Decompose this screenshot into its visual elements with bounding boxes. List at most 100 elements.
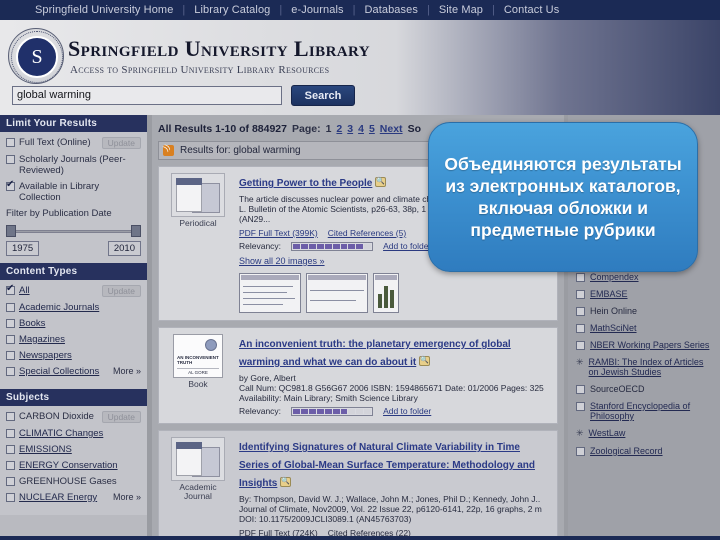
preview-icon[interactable] [419,356,431,366]
database-row-westlaw[interactable]: ✳ WestLaw [576,428,712,439]
content-type-row-special-collections[interactable]: Special Collections More » [6,366,141,377]
subject-row-carbon-dioxide[interactable]: CARBON Dioxide Update [6,411,141,423]
database-row-stanford-encyclopedia[interactable]: Stanford Encyclopedia of Philosophy [576,401,712,421]
subject-label[interactable]: ENERGY Conservation [19,460,118,471]
nav-item-ejournals[interactable]: e-Journals [282,4,352,16]
content-type-row-newspapers[interactable]: Newspapers [6,350,141,361]
update-button[interactable]: Update [101,137,141,149]
checkbox-sourceoecd[interactable] [576,385,585,394]
subject-row-emissions[interactable]: EMISSIONS [6,444,141,455]
database-label[interactable]: Stanford Encyclopedia of Philosophy [590,401,712,421]
subject-label[interactable]: CLIMATIC Changes [19,428,103,439]
filter-row-available-in-library[interactable]: Available in Library Collection [6,179,141,203]
checkbox-emissions[interactable] [6,445,15,454]
checkbox-newspapers[interactable] [6,351,15,360]
result-item[interactable]: Academic Journal Identifying Signatures … [158,430,558,540]
content-type-row-academic-journals[interactable]: Academic Journals [6,302,141,313]
result-title-link[interactable]: An inconvenient truth: the planetary eme… [239,339,511,368]
content-type-label[interactable]: All [19,285,30,296]
content-type-label[interactable]: Magazines [19,334,65,345]
content-type-row-all[interactable]: All Update [6,283,141,297]
checkbox-academic-journals[interactable] [6,303,15,312]
nav-item-library-catalog[interactable]: Library Catalog [185,4,279,16]
content-type-row-magazines[interactable]: Magazines [6,334,141,345]
preview-icon[interactable] [280,477,292,487]
add-to-folder-link[interactable]: Add to folder [383,406,431,416]
subject-row-greenhouse-gases[interactable]: GREENHOUSE Gases [6,476,141,487]
checkbox-hein-online[interactable] [576,307,585,316]
subject-row-climatic-changes[interactable]: CLIMATIC Changes [6,428,141,439]
slider-handle-max[interactable] [131,225,141,237]
page-link-3[interactable]: 3 [347,123,353,135]
database-row-rambi[interactable]: ✳ RAMBI: The Index of Articles on Jewish… [576,357,712,377]
subject-row-energy-conservation[interactable]: ENERGY Conservation [6,460,141,471]
checkbox-nuclear-energy[interactable] [6,493,15,502]
database-label[interactable]: MathSciNet [590,323,637,333]
checkbox-energy-conservation[interactable] [6,461,15,470]
checkbox-stanford-encyclopedia[interactable] [576,402,585,411]
update-button[interactable]: Update [101,285,141,297]
checkbox-magazines[interactable] [6,335,15,344]
year-from-input[interactable]: 1975 [6,241,40,256]
checkbox-compendex[interactable] [576,273,585,282]
checkbox-scholarly-journals[interactable] [6,155,15,164]
slider-handle-min[interactable] [6,225,16,237]
filter-row-scholarly-journals[interactable]: Scholarly Journals (Peer-Reviewed) [6,154,141,176]
cited-references-link[interactable]: Cited References (5) [328,228,406,238]
database-label[interactable]: Compendex [590,272,639,282]
show-all-images-link[interactable]: Show all 20 images » [239,256,325,266]
pdf-full-text-link[interactable]: PDF Full Text (399K) [239,228,318,238]
subjects-more-link[interactable]: More » [113,492,141,502]
nav-item-databases[interactable]: Databases [355,4,427,16]
database-row-embase[interactable]: EMBASE [576,289,712,299]
nav-item-site-map[interactable]: Site Map [430,4,492,16]
subject-row-nuclear-energy[interactable]: NUCLEAR Energy More » [6,492,141,503]
chart-thumbnail[interactable] [373,273,399,313]
filter-row-full-text[interactable]: Full Text (Online) Update [6,137,141,149]
checkbox-nber-working-papers[interactable] [576,341,585,350]
database-label[interactable]: WestLaw [589,428,626,438]
update-button[interactable]: Update [101,411,141,423]
checkbox-embase[interactable] [576,290,585,299]
checkbox-all[interactable] [6,283,15,295]
database-row-compendex[interactable]: Compendex [576,272,712,282]
checkbox-books[interactable] [6,319,15,328]
checkbox-greenhouse-gases[interactable] [6,477,15,486]
checkbox-available-in-library[interactable] [6,179,15,191]
database-label[interactable]: NBER Working Papers Series [590,340,709,350]
add-to-folder-link[interactable]: Add to folder [383,241,431,251]
database-label[interactable]: EMBASE [590,289,628,299]
nav-item-home[interactable]: Springfield University Home [26,4,182,16]
rss-icon[interactable] [163,145,174,156]
chart-thumbnail[interactable] [306,273,368,313]
database-row-nber[interactable]: NBER Working Papers Series [576,340,712,350]
database-label[interactable]: RAMBI: The Index of Articles on Jewish S… [589,357,712,377]
database-label[interactable]: Zoological Record [590,446,663,456]
content-type-label[interactable]: Books [19,318,45,329]
checkbox-carbon-dioxide[interactable] [6,412,15,421]
content-types-more-link[interactable]: More » [113,366,141,376]
book-cover-image[interactable]: AN INCONVENIENT TRUTH AL GORE [173,334,223,378]
content-type-label[interactable]: Academic Journals [19,302,99,313]
checkbox-climatic-changes[interactable] [6,429,15,438]
database-row-zoological-record[interactable]: Zoological Record [576,446,712,456]
year-to-input[interactable]: 2010 [107,241,141,256]
page-link-2[interactable]: 2 [336,123,342,135]
checkbox-mathscinet[interactable] [576,324,585,333]
database-row-hein-online[interactable]: Hein Online [576,306,712,316]
page-link-5[interactable]: 5 [369,123,375,135]
checkbox-zoological-record[interactable] [576,447,585,456]
sort-label[interactable]: So [408,123,421,135]
chart-thumbnail[interactable] [239,273,301,313]
page-link-1[interactable]: 1 [326,123,332,135]
search-button[interactable]: Search [291,85,355,106]
search-input[interactable]: global warming [12,86,282,105]
checkbox-full-text[interactable] [6,138,15,147]
database-row-mathscinet[interactable]: MathSciNet [576,323,712,333]
result-item[interactable]: AN INCONVENIENT TRUTH AL GORE Book An in… [158,327,558,424]
content-type-row-books[interactable]: Books [6,318,141,329]
content-type-label[interactable]: Newspapers [19,350,72,361]
subject-label[interactable]: EMISSIONS [19,444,72,455]
content-type-label[interactable]: Special Collections [19,366,99,377]
nav-item-contact-us[interactable]: Contact Us [495,4,568,16]
